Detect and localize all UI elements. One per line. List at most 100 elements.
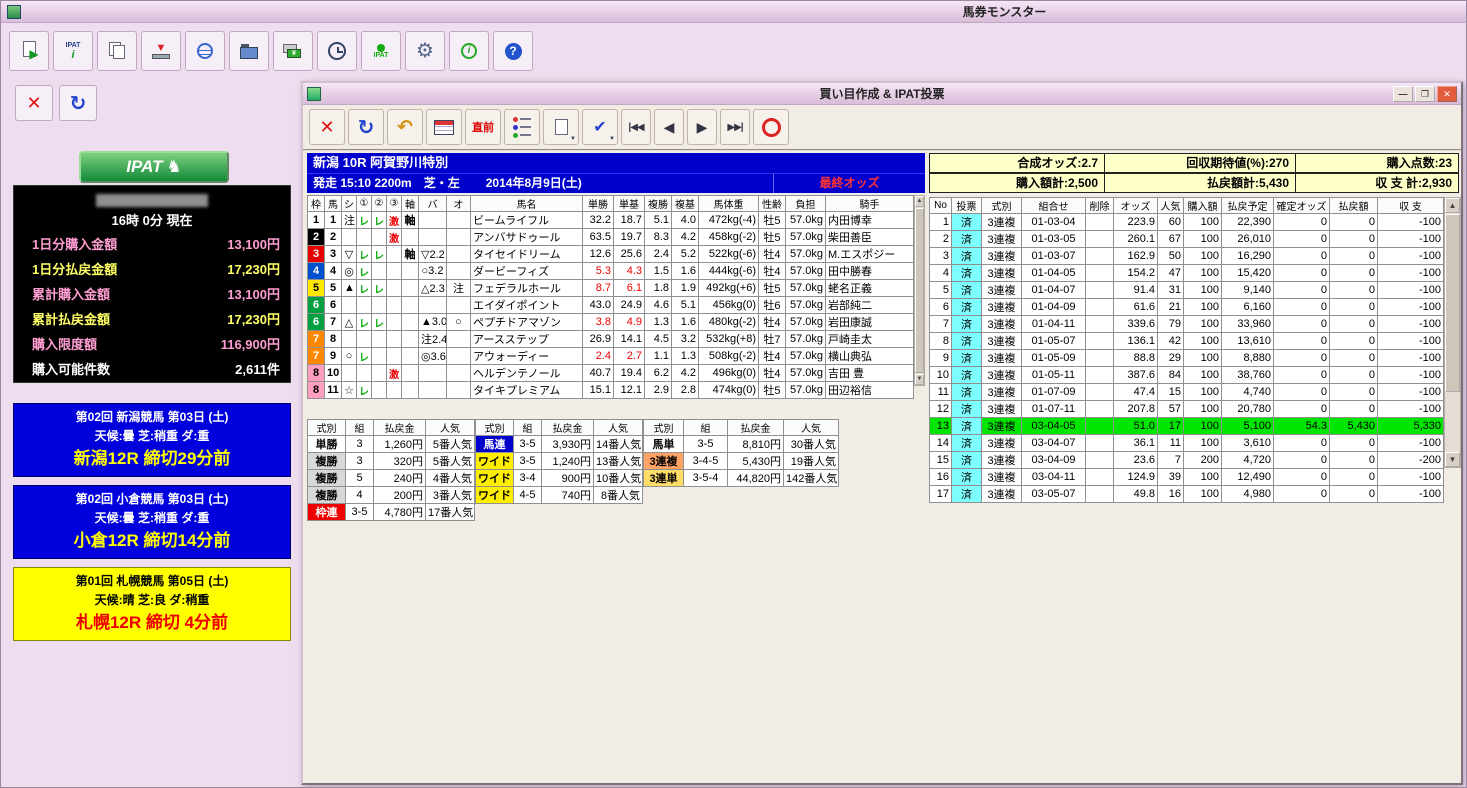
bet-row[interactable]: 9 済 3連複 01-05-09 88.8 29 100 8,880 0 0 -100 bbox=[929, 349, 1444, 367]
bet-window-titlebar[interactable]: 買い目作成 & IPAT投票 — ❐ ✕ bbox=[303, 83, 1461, 105]
last-icon: ▶▶| bbox=[727, 121, 743, 133]
last-race-button[interactable]: ▶▶| bbox=[720, 109, 750, 145]
close-button[interactable]: ✕ bbox=[1437, 85, 1457, 102]
horse-mark-1: 注 bbox=[341, 211, 357, 229]
payout-amount: 44,820円 bbox=[727, 469, 784, 487]
col-name: 馬名 bbox=[470, 195, 583, 212]
scrollbar-thumb[interactable] bbox=[915, 208, 924, 373]
memo-dropdown-button[interactable]: ▼ bbox=[543, 109, 579, 145]
bet-delete-cell[interactable] bbox=[1085, 264, 1114, 282]
bet-delete-cell[interactable] bbox=[1085, 468, 1114, 486]
horse-weight: 532kg(+8) bbox=[698, 330, 759, 348]
bet-delete-cell[interactable] bbox=[1085, 485, 1114, 503]
bet-delete-cell[interactable] bbox=[1085, 383, 1114, 401]
clear-button[interactable]: ✕ bbox=[309, 109, 345, 145]
horse-place-odds: 1.1 bbox=[644, 347, 672, 365]
col-popularity: 人気 bbox=[425, 419, 475, 436]
reload-button[interactable]: ↻ bbox=[348, 109, 384, 145]
bet-delete-cell[interactable] bbox=[1085, 281, 1114, 299]
horse-row[interactable]: 3 3 ▽ レレ軸 ▽2.2 タイセイドリーム 12.6 25.6 2.4 5.2 522kg(-6… bbox=[307, 245, 914, 263]
bet-row[interactable]: 2 済 3連複 01-03-05 260.1 67 100 26,010 0 0 -100 bbox=[929, 230, 1444, 248]
bet-row[interactable]: 12 済 3連複 01-07-11 207.8 57 100 20,780 0 0 -100 bbox=[929, 400, 1444, 418]
info-button[interactable]: i bbox=[449, 31, 489, 71]
maximize-button[interactable]: ❐ bbox=[1415, 85, 1435, 102]
horse-mark-o: ○ bbox=[446, 313, 471, 331]
horse-row[interactable]: 2 2 激 アンバサドゥール 63.5 19.7 8.3 4.2 458kg(-2) 牡5 57.0… bbox=[307, 228, 914, 246]
bet-delete-cell[interactable] bbox=[1085, 349, 1114, 367]
race-deadline: 札幌12R 締切 4分前 bbox=[75, 613, 229, 632]
bet-delete-cell[interactable] bbox=[1085, 298, 1114, 316]
horse-row[interactable]: 8 10 激 ヘルデンテノール 40.7 19.4 6.2 4.2 496kg(0) 牡4 57.0… bbox=[307, 364, 914, 382]
undo-button[interactable]: ↶ bbox=[387, 109, 423, 145]
bet-delete-cell[interactable] bbox=[1085, 451, 1114, 469]
scroll-up-icon[interactable]: ▲ bbox=[915, 196, 924, 207]
bet-delete-cell[interactable] bbox=[1085, 434, 1114, 452]
bet-row[interactable]: 17 済 3連複 03-05-07 49.8 16 100 4,980 0 0 -100 bbox=[929, 485, 1444, 503]
bet-row[interactable]: 10 済 3連複 01-05-11 387.6 84 100 38,760 0 0 -100 bbox=[929, 366, 1444, 384]
scroll-up-icon[interactable]: ▲ bbox=[1445, 198, 1460, 213]
bet-row[interactable]: 3 済 3連複 01-03-07 162.9 50 100 16,290 0 0 -100 bbox=[929, 247, 1444, 265]
horse-row[interactable]: 4 4 ◎ レ ○3.2 ダービーフィズ 5.3 4.3 1.5 1.6 444kg(-6) 牡4 57… bbox=[307, 262, 914, 280]
copy-list-button[interactable] bbox=[97, 31, 137, 71]
bet-delete-cell[interactable] bbox=[1085, 315, 1114, 333]
horse-row[interactable]: 8 11 ☆ レ タイキプレミアム 15.1 12.1 2.9 2.8 474kg(0) 牡5 57.… bbox=[307, 381, 914, 399]
bet-row[interactable]: 16 済 3連複 03-04-11 124.9 39 100 12,490 0 0 -100 bbox=[929, 468, 1444, 486]
bet-delete-cell[interactable] bbox=[1085, 400, 1114, 418]
col-popularity: 人気 bbox=[783, 419, 839, 436]
exit-button[interactable]: ▶ bbox=[9, 31, 49, 71]
marks-list-button[interactable] bbox=[504, 109, 540, 145]
schedule-button[interactable] bbox=[317, 31, 357, 71]
horse-row[interactable]: 6 6 エイダイポイント 43.0 24.9 4.6 5.1 456kg(0) 牡6 57.0kg… bbox=[307, 296, 914, 314]
bet-delete-cell[interactable] bbox=[1085, 417, 1114, 435]
help-button[interactable]: ? bbox=[493, 31, 533, 71]
bet-summary: 合成オッズ:2.7 回収期待値(%):270 購入点数:23 購入額計:2,50… bbox=[929, 153, 1461, 193]
horse-sex-age: 牡4 bbox=[758, 262, 786, 280]
horse-row[interactable]: 6 7 △ レレ ▲3.0 ○ ペプチドアマゾン 3.8 4.9 1.3 1.6 480kg(-2) 牡… bbox=[307, 313, 914, 331]
bet-row[interactable]: 14 済 3連複 03-04-07 36.1 11 100 3,610 0 0 -100 bbox=[929, 434, 1444, 452]
close-feed-button[interactable]: ✕ bbox=[15, 85, 53, 121]
bet-row[interactable]: 8 済 3連複 01-05-07 136.1 42 100 13,610 0 0 -100 bbox=[929, 332, 1444, 350]
scroll-down-icon[interactable]: ▼ bbox=[915, 374, 924, 385]
horse-row[interactable]: 5 5 ▲ レレ △2.3 注フェデラルホール 8.7 6.1 1.8 1.9 492kg(+6) 牡… bbox=[307, 279, 914, 297]
bet-delete-cell[interactable] bbox=[1085, 213, 1114, 231]
horse-row[interactable]: 7 9 ○ レ ◎3.6 アウォーディー 2.4 2.7 1.1 1.3 508kg(-2) 牡4 57… bbox=[307, 347, 914, 365]
first-race-button[interactable]: |◀◀ bbox=[621, 109, 651, 145]
horse-table-scrollbar[interactable]: ▲ ▼ bbox=[914, 195, 925, 386]
ipat-info-button[interactable]: IPAT i bbox=[53, 31, 93, 71]
prev-race-button[interactable]: ◀ bbox=[654, 109, 684, 145]
ipat-vote-button[interactable]: IPAT bbox=[361, 31, 401, 71]
vote-dropdown-button[interactable]: ✔ ▼ bbox=[582, 109, 618, 145]
horse-waku: 3 bbox=[307, 245, 325, 263]
bet-type: 3連複 bbox=[981, 247, 1022, 265]
bet-row[interactable]: 15 済 3連複 03-04-09 23.6 7 200 4,720 0 0 -200 bbox=[929, 451, 1444, 469]
bet-row[interactable]: 13 済 3連複 03-04-05 51.0 17 100 5,100 54.3 5,430 5,3… bbox=[929, 417, 1444, 435]
bet-odds: 223.9 bbox=[1113, 213, 1158, 231]
download-button[interactable]: ▼ bbox=[141, 31, 181, 71]
horse-mark-axis bbox=[401, 296, 419, 314]
horse-row[interactable]: 1 1 注レレ激軸 ビームライフル 32.2 18.7 5.1 4.0 472kg(-4) 牡5 5… bbox=[307, 211, 914, 229]
bet-delete-cell[interactable] bbox=[1085, 230, 1114, 248]
next-race-button[interactable]: ▶ bbox=[687, 109, 717, 145]
horse-row[interactable]: 7 8 注2.4 アースステップ 26.9 14.1 4.5 3.2 532kg(+8) 牡7 57… bbox=[307, 330, 914, 348]
bet-row[interactable]: 11 済 3連複 01-07-09 47.4 15 100 4,740 0 0 -100 bbox=[929, 383, 1444, 401]
bet-row[interactable]: 1 済 3連複 01-03-04 223.9 60 100 22,390 0 0 -100 bbox=[929, 213, 1444, 231]
chokuzen-button[interactable]: 直前 bbox=[465, 109, 501, 145]
bet-delete-cell[interactable] bbox=[1085, 366, 1114, 384]
bet-row[interactable]: 5 済 3連複 01-04-07 91.4 31 100 9,140 0 0 -100 bbox=[929, 281, 1444, 299]
folder-button[interactable] bbox=[229, 31, 269, 71]
odds-table-button[interactable] bbox=[426, 109, 462, 145]
bet-row[interactable]: 4 済 3連複 01-04-05 154.2 47 100 15,420 0 0 -100 bbox=[929, 264, 1444, 282]
bet-row[interactable]: 6 済 3連複 01-04-09 61.6 21 100 6,160 0 0 -100 bbox=[929, 298, 1444, 316]
target-race-button[interactable] bbox=[753, 109, 789, 145]
payout-money-button[interactable]: ¥ bbox=[273, 31, 313, 71]
settings-button[interactable]: ⚙ bbox=[405, 31, 445, 71]
bet-row[interactable]: 7 済 3連複 01-04-11 339.6 79 100 33,960 0 0 -100 bbox=[929, 315, 1444, 333]
minimize-button[interactable]: — bbox=[1393, 85, 1413, 102]
bet-table-scrollbar[interactable]: ▲ ▼ bbox=[1444, 197, 1461, 468]
web-search-button[interactable] bbox=[185, 31, 225, 71]
scrollbar-thumb[interactable] bbox=[1445, 214, 1460, 392]
scroll-down-icon[interactable]: ▼ bbox=[1445, 452, 1460, 467]
bet-delete-cell[interactable] bbox=[1085, 247, 1114, 265]
refresh-feed-button[interactable]: ↻ bbox=[59, 85, 97, 121]
bet-delete-cell[interactable] bbox=[1085, 332, 1114, 350]
